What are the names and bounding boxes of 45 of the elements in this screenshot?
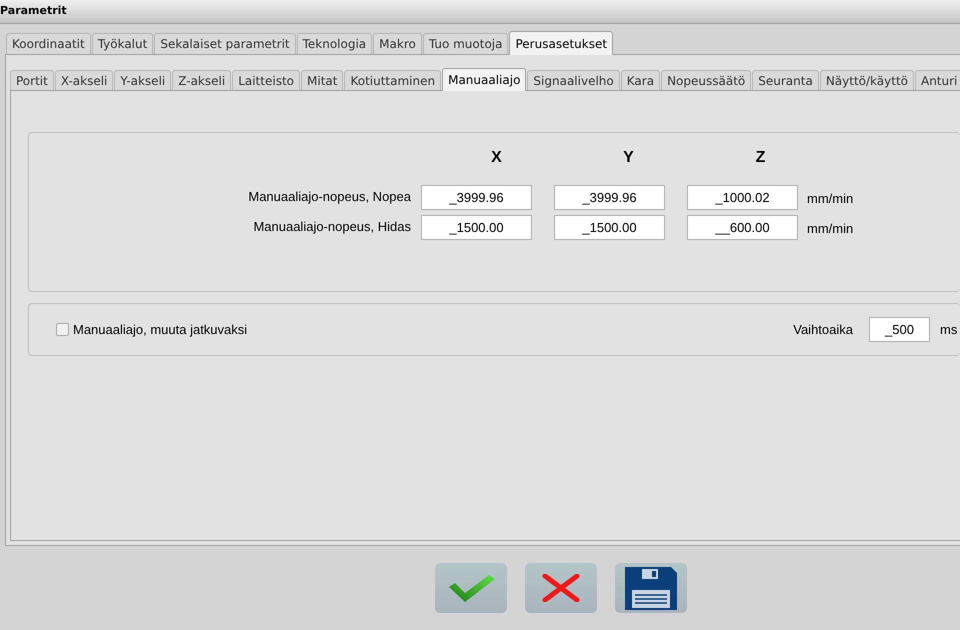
tab[interactable]: Työkalut: [92, 33, 154, 54]
input-field[interactable]: _1500.00: [421, 214, 532, 240]
save-button[interactable]: [615, 563, 687, 613]
tab[interactable]: Mitat: [301, 70, 344, 90]
tab[interactable]: Seuranta: [752, 70, 819, 90]
tab[interactable]: Sekalaiset parametrit: [154, 33, 296, 54]
tab[interactable]: X-akseli: [54, 70, 114, 90]
input-field[interactable]: _3999.96: [554, 184, 665, 210]
row-label: Manuaaliajo-nopeus, Hidas: [252, 218, 412, 236]
column-header: X: [490, 148, 503, 168]
tab[interactable]: Tuo muotoja: [422, 33, 508, 54]
tab[interactable]: Perusasetukset: [509, 31, 614, 55]
tab[interactable]: Portit: [10, 70, 54, 90]
input-field[interactable]: _500: [869, 317, 930, 342]
column-header: Y: [622, 148, 635, 168]
input-field[interactable]: _1500.00: [554, 214, 665, 240]
input-field[interactable]: _1000.02: [687, 184, 798, 210]
tab[interactable]: Manuaaliajo: [442, 68, 526, 91]
unit-label: ms: [940, 320, 958, 339]
tab[interactable]: Koordinaatit: [6, 33, 91, 54]
tab[interactable]: Nopeussäätö: [661, 70, 752, 90]
checkbox[interactable]: [56, 323, 69, 336]
tab[interactable]: Laitteisto: [232, 70, 300, 90]
tab[interactable]: Z-akseli: [172, 70, 232, 90]
tab[interactable]: Teknologia: [296, 33, 372, 54]
row-label: Manuaaliajo-nopeus, Nopea: [247, 188, 412, 206]
tab[interactable]: Anturi: [914, 70, 960, 90]
tab[interactable]: Kara: [620, 70, 660, 90]
ok-button[interactable]: [435, 563, 507, 613]
unit-label: mm/min: [807, 190, 854, 208]
tab[interactable]: Kotiuttaminen: [344, 70, 442, 90]
field-label: Vaihtoaika: [793, 320, 853, 339]
input-field[interactable]: _3999.96: [421, 184, 532, 210]
unit-label: mm/min: [807, 220, 854, 238]
tab[interactable]: Näyttö/käyttö: [820, 70, 914, 90]
tab[interactable]: Makro: [373, 33, 422, 54]
checkmark-icon: [447, 573, 495, 603]
cancel-button[interactable]: [525, 563, 597, 613]
window-title: Parametrit: [0, 3, 67, 20]
column-header: Z: [754, 148, 766, 168]
checkbox-label: Manuaaliajo, muuta jatkuvaksi: [73, 320, 248, 339]
tab[interactable]: Signaalivelho: [527, 70, 620, 90]
tab[interactable]: Y-akseli: [114, 70, 172, 90]
close-icon: [541, 574, 581, 602]
input-field[interactable]: __600.00: [687, 214, 798, 240]
